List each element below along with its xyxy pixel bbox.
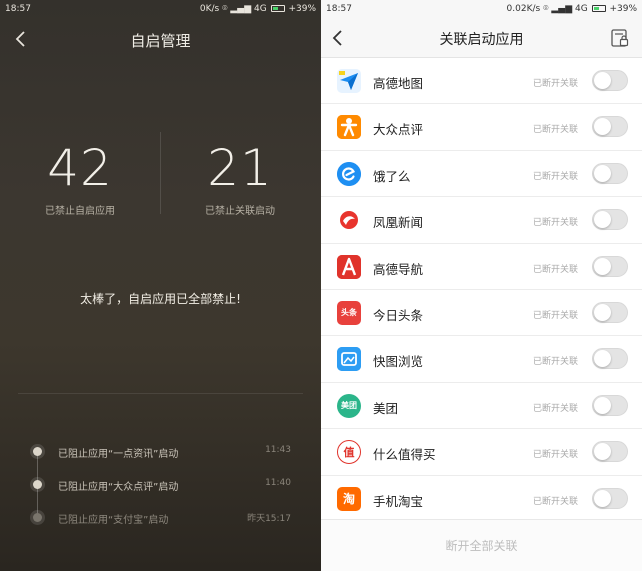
timeline-item: 已阻止应用“一点资讯”启动 11:43 (0, 442, 321, 462)
network-type: 4G (575, 4, 588, 14)
link-toggle[interactable] (592, 441, 628, 463)
status-bar: 18:57 0K/s ⌾ ▂▄▆ 4G +39% (0, 0, 321, 18)
link-toggle[interactable] (592, 487, 628, 509)
ifeng-icon (337, 208, 361, 233)
title-bar: 自启管理 (0, 18, 321, 60)
stat-autostart-blocked: 42 已禁止自启应用 (0, 140, 160, 217)
list-item: 高德导航 已断开关联 (321, 244, 642, 290)
link-toggle[interactable] (592, 255, 628, 277)
timeline-dot (33, 513, 42, 522)
link-state: 已断开关联 (532, 218, 578, 229)
quickpic-icon (337, 347, 361, 372)
linked-launch-screen: 18:57 0.02K/s ⌾ ▂▄▆ 4G +39% 关联启动应用 高德地图 … (321, 0, 642, 571)
location-icon: ⌾ (543, 4, 549, 14)
stat-label: 已禁止自启应用 (45, 206, 115, 217)
app-name: 快图浏览 (373, 354, 424, 370)
app-name: 饿了么 (373, 168, 411, 184)
link-toggle[interactable] (592, 70, 628, 91)
link-toggle[interactable] (592, 162, 628, 184)
list-item: 高德地图 已断开关联 (321, 58, 642, 105)
network-type: 4G (254, 4, 267, 14)
app-name: 什么值得买 (373, 447, 436, 463)
timeline-time: 11:43 (265, 445, 291, 455)
taobao-icon: 淘 (337, 486, 361, 511)
page-title: 关联启动应用 (439, 32, 524, 48)
battery-level: +39% (609, 4, 637, 14)
link-toggle[interactable] (592, 209, 628, 231)
battery-icon (591, 5, 606, 12)
status-time: 18:57 (5, 4, 31, 14)
timeline-text: 已阻止应用“大众点评”启动 (58, 482, 179, 493)
title-bar: 关联启动应用 (321, 18, 642, 58)
network-speed: 0K/s (199, 4, 220, 14)
dianping-icon (337, 115, 361, 140)
link-state: 已断开关联 (532, 79, 578, 89)
status-message: 太棒了，自启应用已全部禁止! (80, 292, 241, 306)
app-name: 美团 (373, 400, 399, 416)
status-time: 18:57 (326, 4, 352, 14)
list-item: 凤凰新闻 已断开关联 (321, 197, 642, 244)
timeline-time: 昨天15:17 (247, 514, 291, 524)
app-name: 手机淘宝 (373, 493, 424, 509)
app-name: 凤凰新闻 (373, 215, 424, 231)
link-toggle[interactable] (592, 116, 628, 138)
app-name: 高德导航 (373, 261, 424, 277)
signal-icon: ▂▄▆ (230, 4, 252, 14)
amap-icon (337, 69, 361, 93)
smzdm-icon: 值 (337, 440, 361, 465)
battery-level: +39% (288, 4, 316, 14)
link-state: 已断开关联 (532, 264, 578, 275)
link-toggle[interactable] (592, 301, 628, 323)
link-state: 已断开关联 (532, 496, 578, 507)
history-log-button[interactable] (610, 28, 630, 48)
link-toggle[interactable] (592, 348, 628, 370)
link-state: 已断开关联 (532, 450, 578, 461)
stat-value: 42 (47, 139, 113, 197)
app-name: 今日头条 (373, 307, 424, 323)
timeline-dot (33, 480, 42, 489)
link-toggle[interactable] (592, 394, 628, 416)
amap-nav-icon (337, 254, 361, 279)
timeline-item: 已阻止应用“大众点评”启动 11:40 (0, 475, 321, 495)
timeline-text: 已阻止应用“支付宝”启动 (58, 515, 169, 526)
list-item: 快图浏览 已断开关联 (321, 336, 642, 383)
timeline-time: 11:40 (265, 478, 291, 488)
list-item: 淘 手机淘宝 已断开关联 (321, 476, 642, 522)
app-name: 大众点评 (373, 122, 424, 138)
app-name: 高德地图 (373, 76, 424, 91)
autostart-management-screen: 18:57 0K/s ⌾ ▂▄▆ 4G +39% 自启管理 42 已禁止自启应用… (0, 0, 321, 571)
stat-label: 已禁止关联启动 (205, 206, 275, 217)
list-item: 头条 今日头条 已断开关联 (321, 290, 642, 337)
eleme-icon (337, 161, 361, 186)
status-right: 0.02K/s ⌾ ▂▄▆ 4G +39% (507, 0, 637, 18)
log-lock-icon (611, 29, 629, 47)
status-bar: 18:57 0.02K/s ⌾ ▂▄▆ 4G +39% (321, 0, 642, 18)
timeline-dot (33, 447, 42, 456)
timeline-text: 已阻止应用“一点资讯”启动 (58, 449, 179, 460)
stat-linked-blocked: 21 已禁止关联启动 (160, 140, 320, 217)
list-item: 值 什么值得买 已断开关联 (321, 429, 642, 476)
list-item: 美团 美团 已断开关联 (321, 383, 642, 430)
list-item: 饿了么 已断开关联 (321, 151, 642, 198)
linked-app-list: 高德地图 已断开关联 大众点评 已断开关联 饿了么 已断开关联 凤凰新闻 已断开… (321, 58, 642, 522)
list-item: 大众点评 已断开关联 (321, 104, 642, 151)
page-title: 自启管理 (130, 32, 191, 50)
link-state: 已断开关联 (532, 125, 578, 136)
signal-icon: ▂▄▆ (551, 4, 573, 14)
status-right: 0K/s ⌾ ▂▄▆ 4G +39% (200, 0, 316, 18)
disconnect-all-button[interactable]: 断开全部关联 (321, 519, 642, 571)
battery-icon (270, 5, 285, 12)
section-divider (18, 393, 303, 394)
link-state: 已断开关联 (532, 357, 578, 368)
link-state: 已断开关联 (532, 310, 578, 321)
stat-value: 21 (207, 139, 273, 197)
timeline-item: 已阻止应用“支付宝”启动 昨天15:17 (0, 508, 321, 528)
location-icon: ⌾ (222, 4, 228, 14)
meituan-icon: 美团 (337, 393, 361, 418)
network-speed: 0.02K/s (506, 4, 541, 14)
link-state: 已断开关联 (532, 171, 578, 182)
link-state: 已断开关联 (532, 403, 578, 414)
toutiao-icon: 头条 (337, 300, 361, 325)
